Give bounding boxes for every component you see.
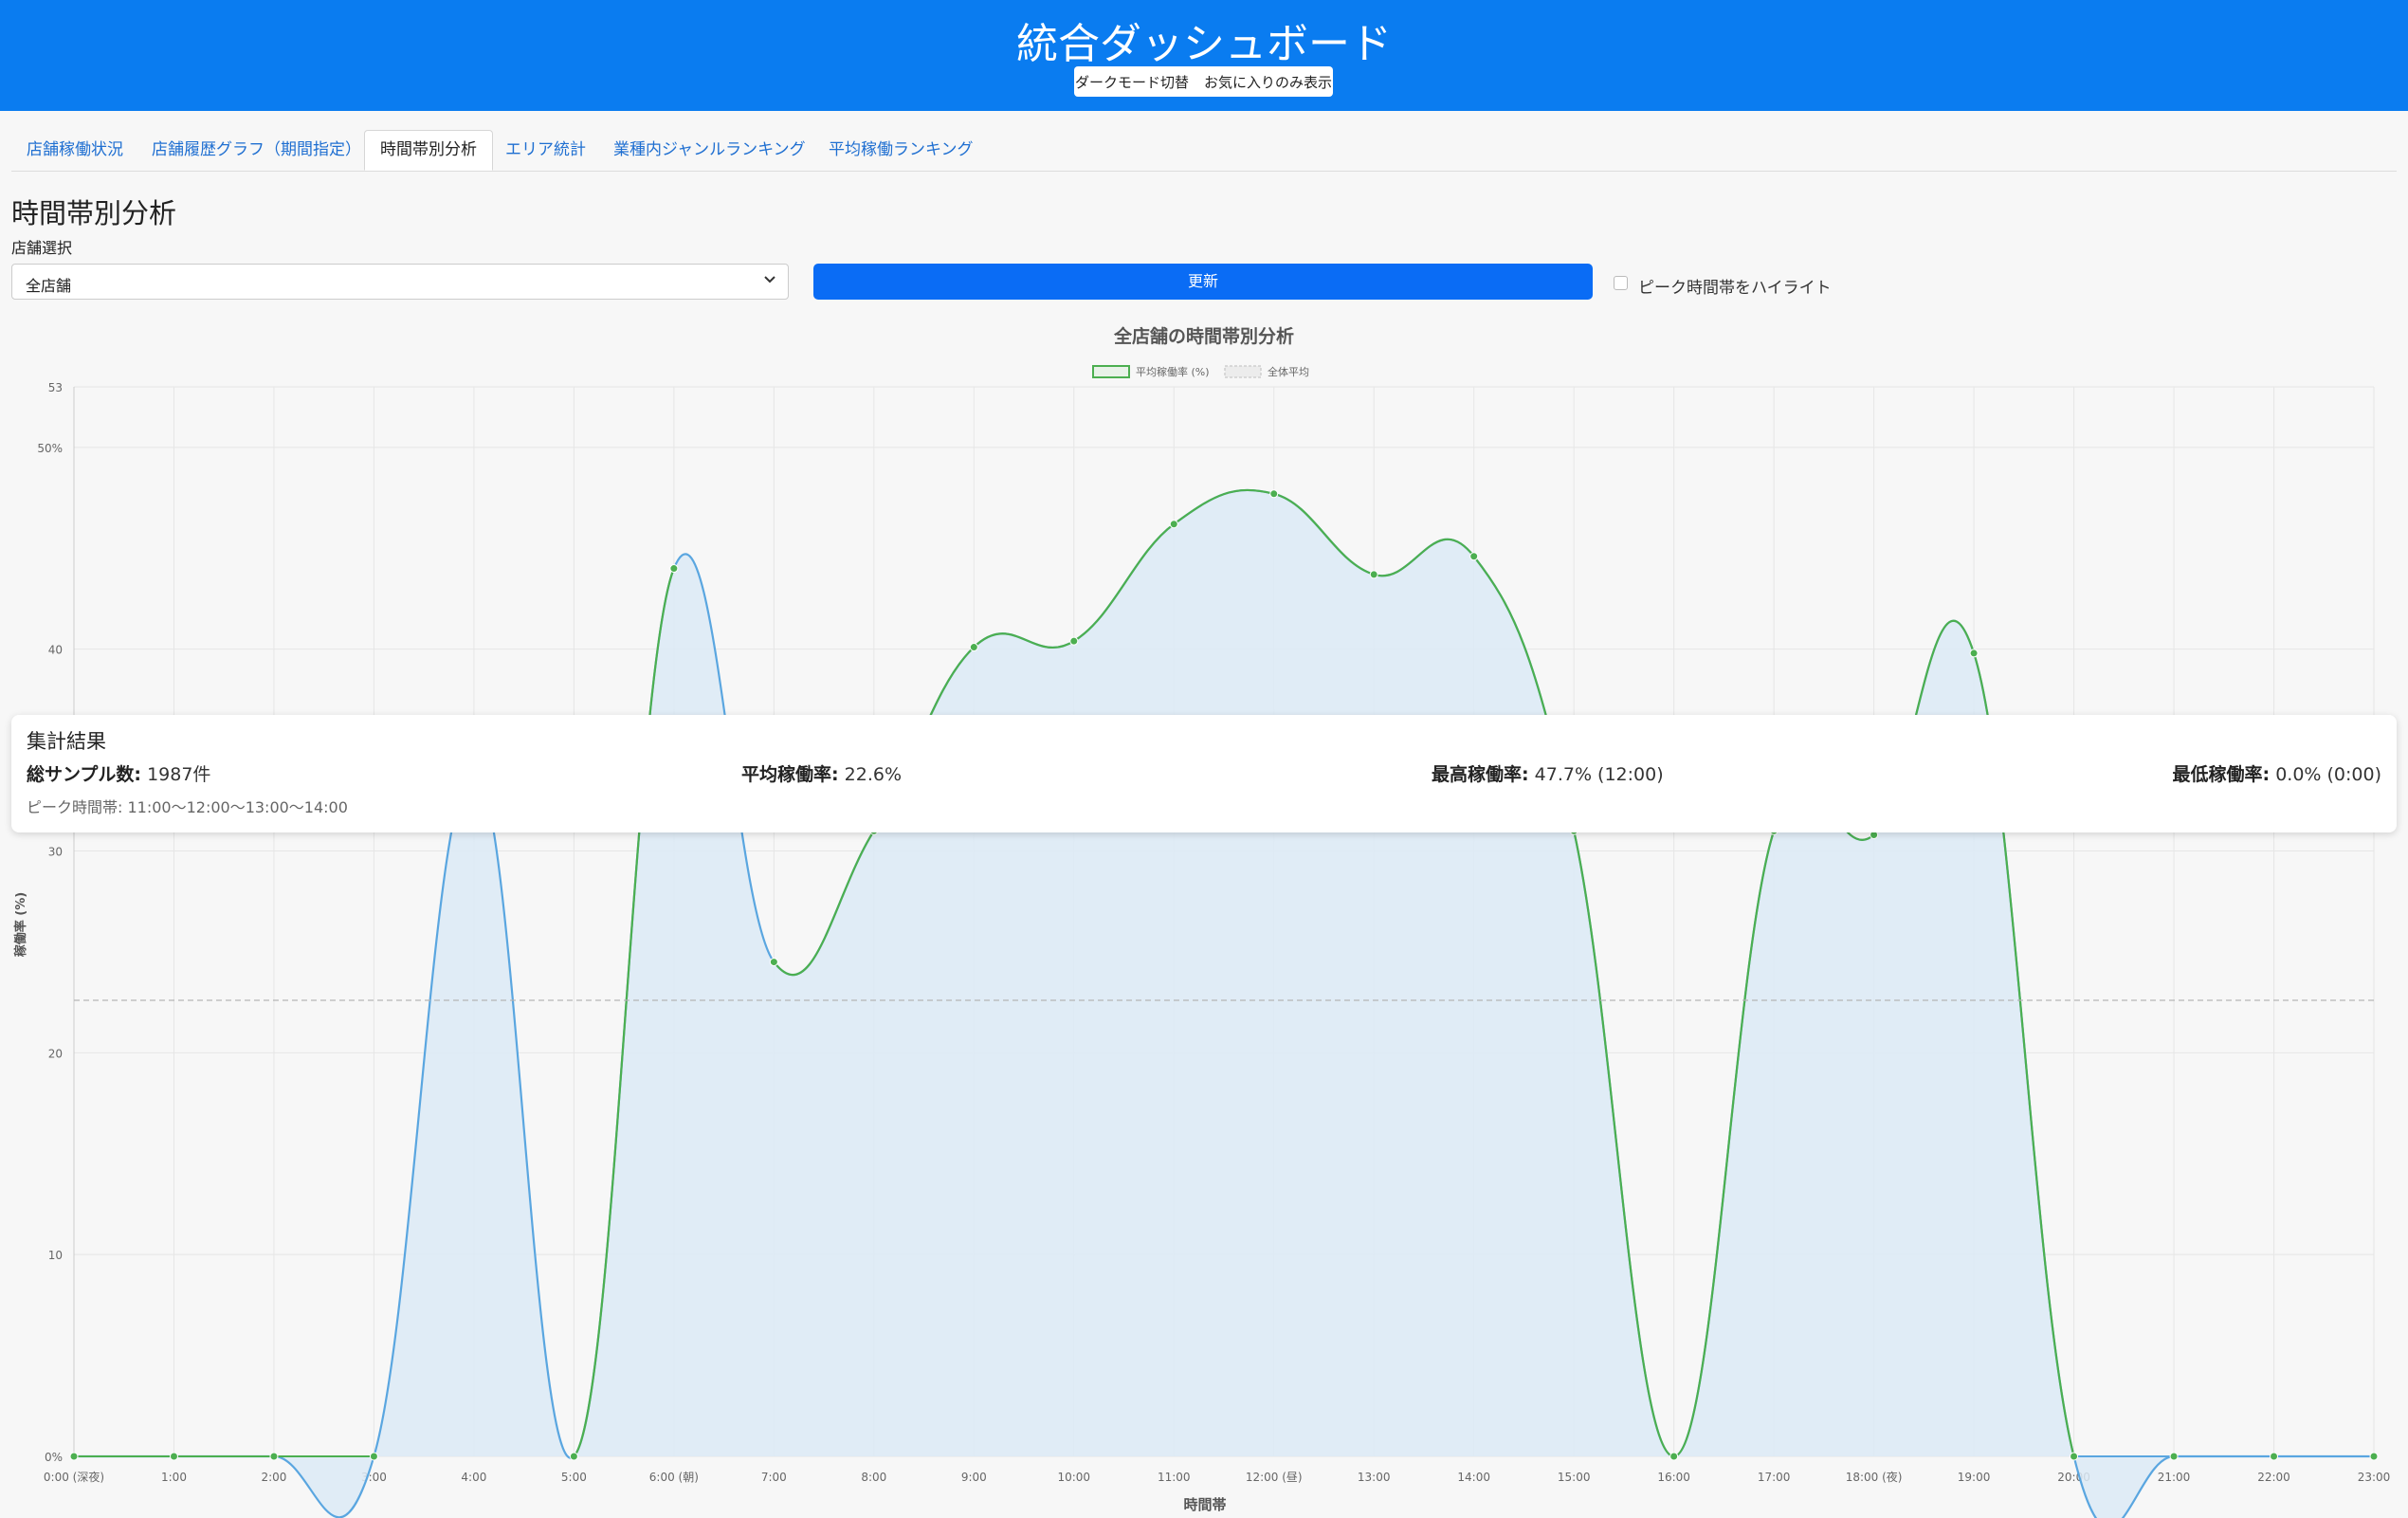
peak-hours-text: ピーク時間帯: 11:00〜12:00〜13:00〜14:00: [27, 798, 348, 816]
max-utilization: 最高稼働率: 47.7% (12:00): [1432, 760, 1664, 786]
data-point: [2369, 1452, 2379, 1461]
max-utilization-label: 最高稼働率:: [1432, 764, 1529, 785]
x-tick-label: 7:00: [761, 1471, 787, 1484]
data-point: [69, 1452, 79, 1461]
avg-utilization: 平均稼働率: 22.6%: [741, 760, 902, 786]
x-tick-label: 21:00: [2158, 1471, 2191, 1484]
legend-swatch-series: [1092, 365, 1130, 378]
x-tick-label: 19:00: [1958, 1471, 1991, 1484]
data-point: [369, 1452, 378, 1461]
x-tick-label: 9:00: [961, 1471, 987, 1484]
data-point: [1169, 520, 1178, 529]
x-tick-label: 11:00: [1158, 1471, 1191, 1484]
data-point: [569, 1452, 578, 1461]
x-tick-label: 6:00 (朝): [649, 1471, 699, 1484]
x-tick-label: 4:00: [461, 1471, 486, 1484]
x-tick-label: 22:00: [2257, 1471, 2290, 1484]
max-utilization-value: 47.7% (12:00): [1534, 764, 1664, 785]
min-utilization: 最低稼働率: 0.0% (0:00): [2173, 760, 2381, 786]
y-axis-title: 稼働率 (%): [13, 892, 28, 957]
y-tick-label: 50%: [37, 442, 63, 455]
x-tick-label: 12:00 (昼): [1246, 1471, 1303, 1484]
min-utilization-value: 0.0% (0:00): [2275, 764, 2381, 785]
total-samples: 総サンプル数: 1987件: [27, 760, 210, 786]
legend-label-series: 平均稼働率 (%): [1136, 365, 1210, 378]
data-point: [2169, 1452, 2179, 1461]
legend-label-average: 全体平均: [1268, 365, 1309, 378]
x-axis-title: 時間帯: [1183, 1496, 1226, 1513]
avg-utilization-value: 22.6%: [844, 764, 903, 785]
x-tick-label: 16:00: [1657, 1471, 1690, 1484]
data-point: [1469, 552, 1479, 561]
x-tick-label: 14:00: [1457, 1471, 1490, 1484]
data-point: [2070, 1452, 2079, 1461]
data-point: [2270, 1452, 2279, 1461]
x-tick-label: 1:00: [161, 1471, 187, 1484]
x-tick-label: 8:00: [861, 1471, 886, 1484]
x-tick-label: 10:00: [1057, 1471, 1090, 1484]
x-tick-label: 17:00: [1758, 1471, 1791, 1484]
total-samples-label: 総サンプル数:: [27, 764, 142, 785]
y-tick-label: 30: [48, 846, 63, 859]
x-tick-label: 0:00 (深夜): [44, 1470, 104, 1484]
x-tick-label: 15:00: [1558, 1471, 1591, 1484]
summary-title: 集計結果: [27, 730, 106, 753]
x-tick-label: 2:00: [261, 1471, 286, 1484]
data-point: [969, 643, 978, 652]
y-tick-label: 10: [48, 1249, 63, 1262]
x-tick-label: 18:00 (夜): [1846, 1470, 1903, 1484]
y-tick-label: 0%: [45, 1451, 63, 1464]
data-point: [669, 564, 679, 574]
data-point: [1369, 570, 1378, 579]
summary-card: 集計結果 総サンプル数: 1987件 平均稼働率: 22.6% 最高稼働率: 4…: [11, 715, 2397, 832]
x-tick-label: 5:00: [561, 1471, 587, 1484]
data-point: [169, 1452, 178, 1461]
data-point: [769, 958, 778, 967]
min-utilization-label: 最低稼働率:: [2172, 764, 2271, 785]
avg-utilization-label: 平均稼働率:: [741, 764, 839, 785]
x-tick-label: 23:00: [2358, 1471, 2391, 1484]
y-tick-label: 20: [48, 1047, 63, 1060]
data-point: [1669, 1452, 1679, 1461]
y-tick-label: 40: [48, 644, 63, 657]
x-tick-label: 13:00: [1358, 1471, 1391, 1484]
legend-swatch-average: [1224, 365, 1262, 378]
data-point: [1269, 489, 1279, 499]
data-point: [1969, 649, 1979, 658]
series-area-fill: [74, 489, 2374, 1518]
data-point: [269, 1452, 279, 1461]
total-samples-value: 1987件: [147, 764, 211, 785]
data-point: [1069, 636, 1079, 646]
y-tick-label: 53: [48, 381, 63, 394]
